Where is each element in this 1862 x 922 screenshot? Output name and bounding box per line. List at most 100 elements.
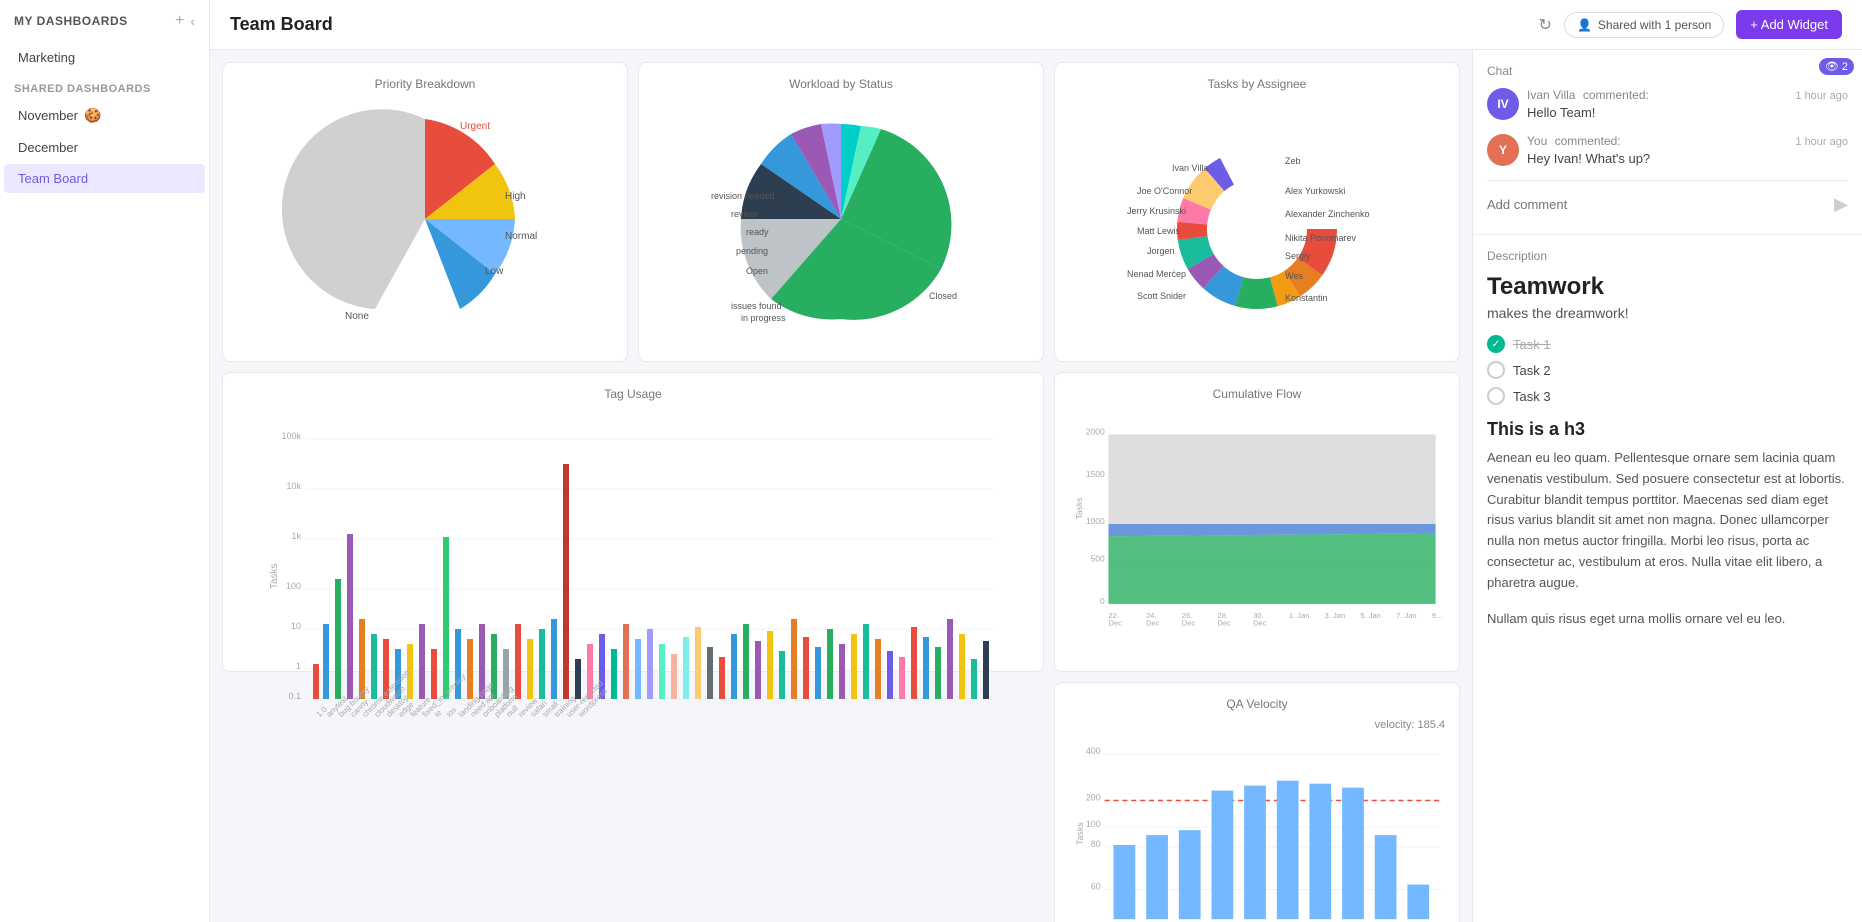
task-2-check[interactable]	[1487, 361, 1505, 379]
assignee-widget: Tasks by Assignee Ivan Villa	[1054, 62, 1460, 362]
svg-text:1k: 1k	[291, 531, 301, 541]
add-widget-button[interactable]: + Add Widget	[1736, 10, 1842, 39]
svg-text:Urgent: Urgent	[460, 121, 490, 132]
svg-text:Closed: Closed	[929, 291, 957, 301]
svg-text:Dec: Dec	[1218, 619, 1232, 628]
task-1-label: Task 1	[1513, 337, 1551, 352]
main-area: Team Board ↻ 👤 Shared with 1 person + Ad…	[210, 0, 1862, 922]
svg-text:revision needed: revision needed	[711, 191, 775, 201]
cumulative-chart: 2000 1500 1000 500 0 Tasks	[1069, 409, 1445, 639]
msg-2-time: 1 hour ago	[1795, 136, 1848, 148]
msg-1-time: 1 hour ago	[1795, 90, 1848, 102]
shared-label: Shared with 1 person	[1598, 18, 1711, 32]
right-panel: Chat 👁 2 IV Ivan Villa commented:	[1472, 50, 1862, 922]
svg-text:3. Jan: 3. Jan	[1325, 611, 1345, 620]
svg-text:200: 200	[1086, 792, 1101, 802]
description-subtitle: makes the dreamwork!	[1487, 305, 1848, 321]
svg-text:2000: 2000	[1086, 427, 1105, 437]
ivan-avatar: IV	[1487, 88, 1519, 120]
qa-chart: 400 200 100 80 60 Tasks	[1069, 735, 1445, 922]
workload-title: Workload by Status	[653, 77, 1029, 91]
comment-input[interactable]	[1487, 189, 1834, 220]
svg-text:60: 60	[1091, 882, 1101, 892]
svg-text:Dec: Dec	[1182, 619, 1196, 628]
msg-2-author: You commented:	[1527, 134, 1621, 148]
svg-text:0.1: 0.1	[288, 691, 301, 701]
viewers-count: 2	[1842, 61, 1848, 73]
task-item-1: ✓ Task 1	[1487, 335, 1848, 353]
svg-text:Tasks: Tasks	[1074, 498, 1084, 520]
shared-button[interactable]: 👤 Shared with 1 person	[1564, 12, 1724, 38]
collapse-sidebar-icon[interactable]: ‹	[190, 13, 195, 29]
sidebar: MY DASHBOARDS + ‹ Marketing SHARED DASHB…	[0, 0, 210, 922]
svg-text:Dec: Dec	[1253, 619, 1267, 628]
task-2-label: Task 2	[1513, 363, 1551, 378]
tag-chart: 100k 10k 1k 100 10 1 0.1 Tasks	[237, 409, 1029, 729]
sidebar-item-marketing[interactable]: Marketing	[4, 43, 205, 72]
svg-text:80: 80	[1091, 839, 1101, 849]
comment-input-row: ▶	[1487, 180, 1848, 220]
my-dashboards-title: MY DASHBOARDS	[14, 14, 128, 28]
svg-text:Normal: Normal	[505, 231, 537, 242]
november-label: November	[18, 108, 78, 123]
svg-text:Alex Yurkowski: Alex Yurkowski	[1285, 186, 1345, 196]
sidebar-item-december[interactable]: December	[4, 133, 205, 162]
svg-text:Ivan Villa: Ivan Villa	[1172, 163, 1208, 173]
eye-icon: 👁	[1825, 60, 1839, 73]
task-3-label: Task 3	[1513, 389, 1551, 404]
msg-1-comment-label: commented:	[1583, 88, 1649, 102]
svg-text:pending: pending	[736, 246, 768, 256]
svg-text:1500: 1500	[1086, 469, 1105, 479]
description-h3: This is a h3	[1487, 419, 1848, 440]
tag-usage-widget: Tag Usage 100k 10k 1k 100 10 1 0.1 Tasks	[222, 372, 1044, 672]
svg-text:None: None	[345, 311, 369, 322]
svg-text:Scott Snider: Scott Snider	[1137, 291, 1186, 301]
svg-text:Konstantin: Konstantin	[1285, 293, 1328, 303]
topbar: Team Board ↻ 👤 Shared with 1 person + Ad…	[210, 0, 1862, 50]
svg-text:9...: 9...	[1432, 611, 1442, 620]
send-icon[interactable]: ▶	[1834, 194, 1848, 215]
qa-velocity-value: velocity: 185.4	[1069, 719, 1445, 731]
refresh-button[interactable]: ↻	[1539, 15, 1552, 35]
sidebar-item-november[interactable]: November 🍪	[4, 100, 205, 131]
svg-text:Tasks: Tasks	[269, 563, 280, 589]
dashboard-grid: Priority Breakdown Urgent High	[210, 50, 1472, 922]
task-1-check[interactable]: ✓	[1487, 335, 1505, 353]
svg-text:100: 100	[286, 581, 301, 591]
task-item-2: Task 2	[1487, 361, 1848, 379]
svg-text:0: 0	[1100, 596, 1105, 606]
add-dashboard-icon[interactable]: +	[175, 12, 184, 30]
msg-1-author-name: Ivan Villa	[1527, 88, 1575, 102]
msg-1-body: Ivan Villa commented: 1 hour ago Hello T…	[1527, 88, 1848, 120]
content-area: Priority Breakdown Urgent High	[210, 50, 1862, 922]
user-icon: 👤	[1577, 18, 1592, 32]
svg-text:ready: ready	[746, 227, 769, 237]
svg-text:Wes: Wes	[1285, 271, 1303, 281]
description-para2: Nullam quis risus eget urna mollis ornar…	[1487, 609, 1848, 630]
svg-text:7. Jan: 7. Jan	[1396, 611, 1416, 620]
msg-1-header: Ivan Villa commented: 1 hour ago	[1527, 88, 1848, 102]
sidebar-item-team-board[interactable]: Team Board	[4, 164, 205, 193]
priority-breakdown-widget: Priority Breakdown Urgent High	[222, 62, 628, 362]
svg-text:Sergiy: Sergiy	[1285, 251, 1311, 261]
svg-text:Matt Lewis: Matt Lewis	[1137, 226, 1181, 236]
svg-text:Dec: Dec	[1108, 619, 1122, 628]
svg-text:Alexander Zinchenko: Alexander Zinchenko	[1285, 209, 1370, 219]
assignee-title: Tasks by Assignee	[1069, 77, 1445, 91]
svg-text:5. Jan: 5. Jan	[1360, 611, 1380, 620]
shared-dashboards-title: SHARED DASHBOARDS	[0, 73, 209, 99]
chat-title: Chat	[1487, 64, 1848, 78]
december-label: December	[18, 140, 78, 155]
viewers-badge: 👁 2	[1819, 58, 1854, 75]
you-avatar: Y	[1487, 134, 1519, 166]
svg-text:500: 500	[1091, 554, 1105, 564]
page-title: Team Board	[230, 14, 333, 35]
svg-text:1. Jan: 1. Jan	[1289, 611, 1309, 620]
svg-text:Jorgen: Jorgen	[1147, 246, 1175, 256]
svg-text:Low: Low	[485, 266, 504, 277]
task-3-check[interactable]	[1487, 387, 1505, 405]
workload-chart: revision needed review ready pending Ope…	[653, 99, 1029, 339]
msg-2-author-name: You	[1527, 134, 1547, 148]
svg-text:Jerry Krusinski: Jerry Krusinski	[1127, 206, 1186, 216]
svg-text:100: 100	[1086, 819, 1101, 829]
